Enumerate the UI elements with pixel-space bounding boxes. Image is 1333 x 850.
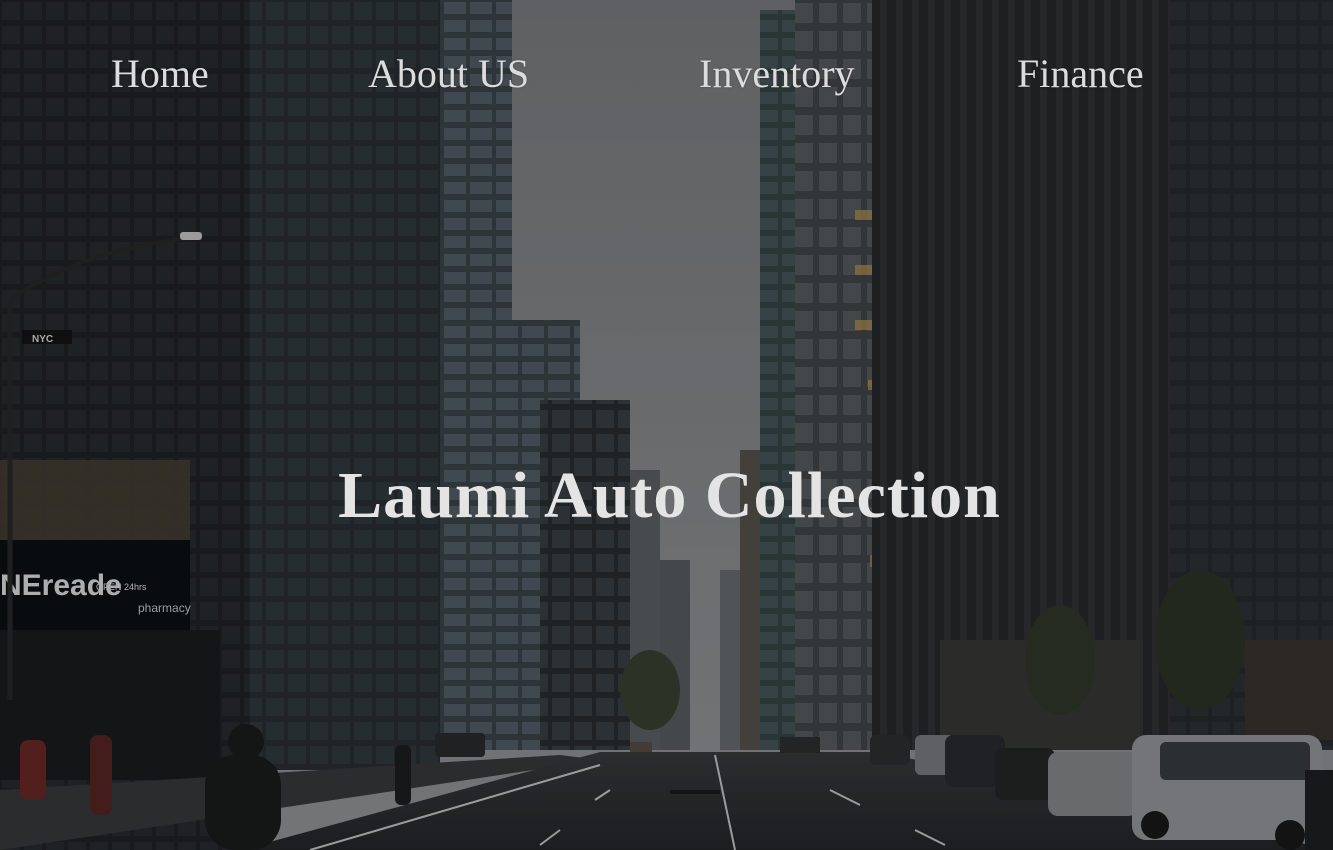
hero-title: Laumi Auto Collection	[338, 459, 1001, 532]
page: NEreade OPEN 24hrs pharmacy NYC Home Abo…	[0, 0, 1333, 850]
nav-link-home[interactable]: Home	[111, 50, 209, 98]
nav-link-about-us[interactable]: About US	[368, 50, 529, 98]
city-street-background: NEreade OPEN 24hrs pharmacy NYC	[0, 0, 1333, 850]
nav-link-inventory[interactable]: Inventory	[699, 50, 855, 98]
nav-link-finance[interactable]: Finance	[1017, 50, 1144, 98]
